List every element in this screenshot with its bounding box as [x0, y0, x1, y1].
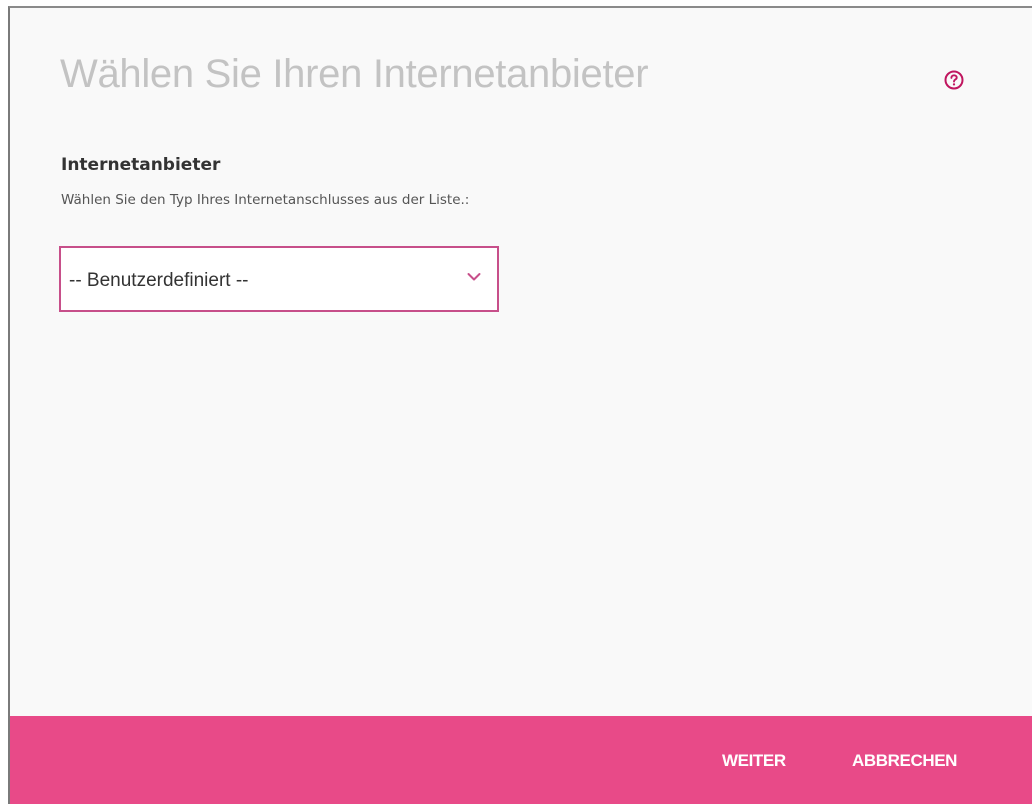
help-circle-icon: [944, 70, 964, 90]
provider-field-description: Wählen Sie den Typ Ihres Internetanschlu…: [61, 192, 470, 208]
dialog-footer: WEITER ABBRECHEN: [10, 716, 1032, 804]
provider-dialog: Wählen Sie Ihren Internetanbieter Intern…: [8, 6, 1032, 804]
provider-select-value: -- Benutzerdefiniert --: [69, 270, 249, 291]
cancel-button[interactable]: ABBRECHEN: [852, 751, 957, 771]
next-button[interactable]: WEITER: [722, 751, 786, 771]
help-icon[interactable]: [943, 69, 965, 91]
provider-field-label: Internetanbieter: [61, 155, 221, 175]
chevron-down-icon: [467, 273, 481, 281]
dialog-title: Wählen Sie Ihren Internetanbieter: [60, 52, 649, 96]
provider-select[interactable]: -- Benutzerdefiniert --: [59, 246, 499, 312]
